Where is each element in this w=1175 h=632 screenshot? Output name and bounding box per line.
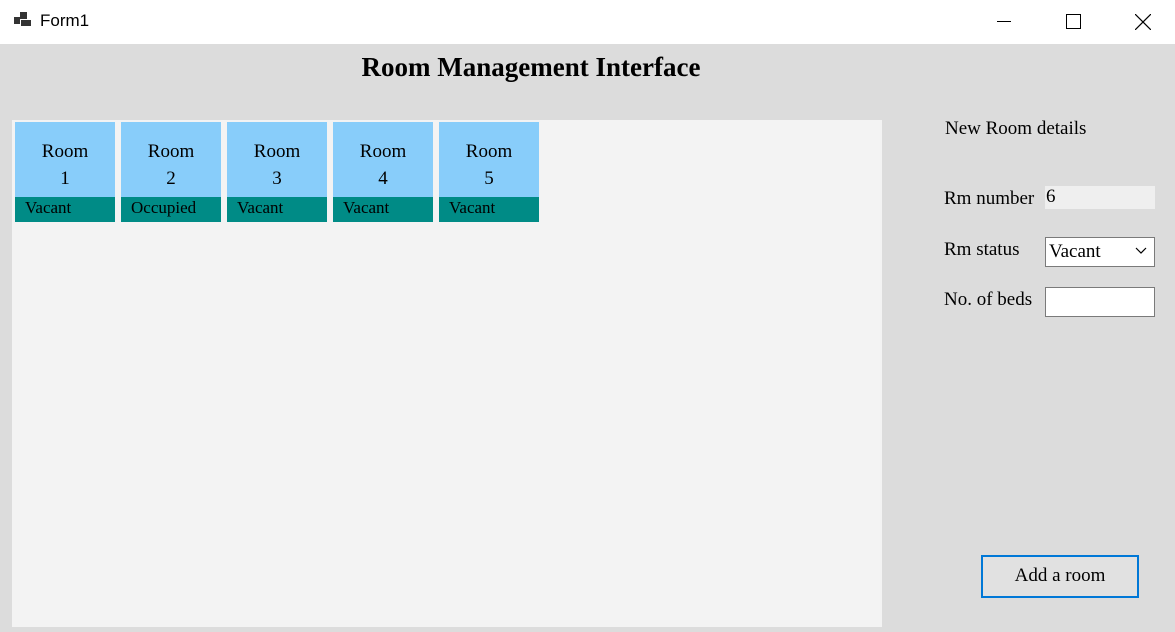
rm-status-value: Vacant xyxy=(1049,241,1101,262)
room-label: Room xyxy=(465,141,513,162)
close-icon xyxy=(1135,14,1151,30)
room-number: 5 xyxy=(484,168,494,189)
rm-number-field[interactable]: 6 xyxy=(1045,186,1155,209)
page-title: Room Management Interface xyxy=(361,52,701,82)
room-status-badge: Vacant xyxy=(15,197,115,222)
add-room-button[interactable]: Add a room xyxy=(981,555,1139,598)
rm-number-label: Rm number xyxy=(944,188,1035,209)
room-label: Room xyxy=(359,141,407,162)
window-title: Form1 xyxy=(40,11,90,30)
room-label: Room xyxy=(41,141,89,162)
minimize-icon xyxy=(997,21,1011,22)
room-status-badge: Vacant xyxy=(333,197,433,222)
room-card-2[interactable]: Room 2 Occupied xyxy=(121,122,221,222)
room-number: 3 xyxy=(272,168,282,189)
app-window-icon xyxy=(14,12,32,28)
room-label: Room xyxy=(147,141,195,162)
maximize-button[interactable] xyxy=(1050,0,1096,44)
close-button[interactable] xyxy=(1120,0,1166,44)
beds-input[interactable] xyxy=(1045,287,1155,317)
room-number: 1 xyxy=(60,168,70,189)
new-room-heading: New Room details xyxy=(945,118,1087,139)
rooms-panel: Room 1 Vacant Room 2 Occupied Room 3 Vac… xyxy=(12,120,882,627)
room-card-4[interactable]: Room 4 Vacant xyxy=(333,122,433,222)
room-card-1[interactable]: Room 1 Vacant xyxy=(15,122,115,222)
rm-status-select[interactable]: Vacant xyxy=(1045,237,1155,267)
minimize-button[interactable] xyxy=(980,0,1026,44)
chevron-down-icon xyxy=(1135,247,1147,254)
title-bar: Form1 xyxy=(0,0,1175,44)
room-label: Room xyxy=(253,141,301,162)
room-status-badge: Occupied xyxy=(121,197,221,222)
room-number: 4 xyxy=(378,168,388,189)
room-status-badge: Vacant xyxy=(227,197,327,222)
beds-label: No. of beds xyxy=(944,289,1033,310)
rm-status-label: Rm status xyxy=(944,239,1020,260)
room-number: 2 xyxy=(166,168,176,189)
room-card-3[interactable]: Room 3 Vacant xyxy=(227,122,327,222)
room-status-badge: Vacant xyxy=(439,197,539,222)
maximize-icon xyxy=(1066,14,1081,29)
room-card-5[interactable]: Room 5 Vacant xyxy=(439,122,539,222)
